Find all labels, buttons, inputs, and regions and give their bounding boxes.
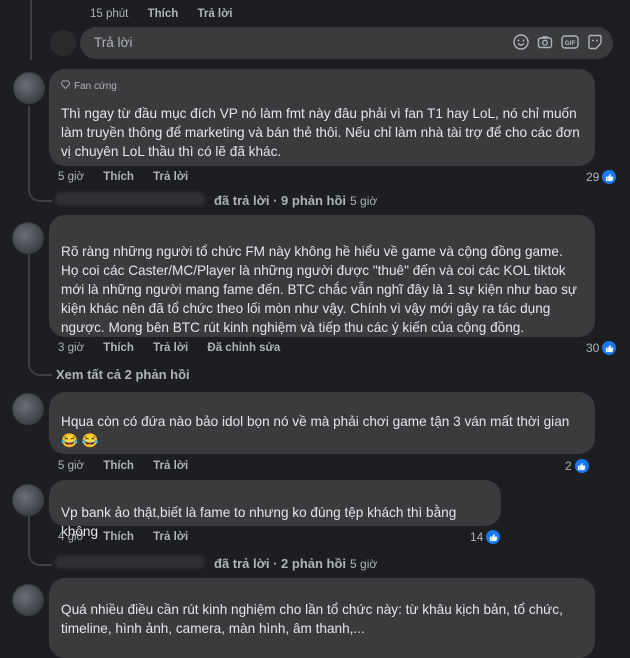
like-button[interactable]: Thích: [103, 171, 134, 183]
comment-actions: 3 giờ Thích Trả lời Đã chỉnh sửa: [58, 342, 296, 354]
comment-bubble-4: Vp bank ảo thật,biết là fame to nhưng ko…: [49, 480, 501, 539]
comment-actions: 4 giờ Thích Trả lời: [58, 531, 204, 543]
camera-icon[interactable]: [537, 34, 553, 50]
replies-time: 5 giờ: [350, 557, 378, 571]
reaction-count[interactable]: 14: [470, 530, 501, 544]
blurred-replier: [55, 192, 205, 206]
reply-button[interactable]: Trả lời: [153, 171, 188, 183]
like-button[interactable]: Thích: [103, 460, 134, 472]
svg-text:GIF: GIF: [565, 40, 576, 47]
reply-button[interactable]: Trả lời: [153, 460, 188, 472]
replies-summary[interactable]: đã trả lời · 2 phản hồi 5 giờ: [214, 556, 377, 571]
comment-text: Thì ngay từ đầu mục đích VP nó làm fmt n…: [61, 106, 580, 159]
avatar[interactable]: [12, 584, 44, 616]
like-button[interactable]: Thích: [103, 531, 134, 543]
comment-time[interactable]: 3 giờ: [58, 342, 84, 354]
like-icon: [602, 170, 617, 184]
top-meta-row: 15 phút Thích Trả lời: [90, 8, 248, 20]
sticker-icon[interactable]: [587, 34, 603, 50]
comment-actions: 5 giờ Thích Trả lời: [58, 171, 204, 183]
comment-actions: 5 giờ Thích Trả lời: [58, 460, 204, 472]
gif-icon[interactable]: GIF: [561, 34, 579, 50]
avatar[interactable]: [12, 484, 44, 516]
comment-time[interactable]: 5 giờ: [58, 171, 84, 183]
thread-line: [28, 254, 30, 362]
reply-input-placeholder: Trả lời: [94, 35, 133, 50]
thread-line: [28, 106, 30, 192]
reaction-count[interactable]: 30: [586, 341, 617, 355]
avatar[interactable]: [12, 222, 44, 254]
reaction-number: 2: [565, 459, 572, 473]
reply-input-box[interactable]: Trả lời GIF: [80, 27, 613, 59]
thread-connector: [28, 356, 52, 376]
reply-avatar: [50, 30, 76, 56]
replies-summary-text: đã trả lời · 9 phản hồi: [214, 193, 347, 208]
comment-time[interactable]: 4 giờ: [58, 531, 84, 543]
see-all-replies-text: Xem tất cả 2 phản hồi: [56, 367, 190, 382]
replies-summary-text: đã trả lời · 2 phản hồi: [214, 556, 347, 571]
thread-connector: [28, 546, 52, 566]
thread-line: [30, 0, 32, 60]
top-like-button[interactable]: Thích: [148, 8, 179, 20]
emoji-icon[interactable]: [513, 34, 529, 50]
fan-badge-label: Fan cứng: [74, 81, 117, 92]
comment-text: Quá nhiều điều cần rút kinh nghiệm cho l…: [61, 602, 563, 636]
like-icon: [486, 530, 501, 544]
replies-time: 5 giờ: [350, 194, 378, 208]
comment-time[interactable]: 5 giờ: [58, 460, 84, 472]
like-icon: [602, 341, 617, 355]
comment-text: Rõ ràng những người tổ chức FM này không…: [61, 244, 577, 335]
avatar[interactable]: [12, 393, 44, 425]
fan-badge: Fan cứng: [60, 77, 583, 96]
reply-button[interactable]: Trả lời: [153, 342, 188, 354]
like-icon: [574, 459, 589, 473]
diamond-icon: [60, 77, 71, 96]
edited-label: Đã chỉnh sửa: [207, 342, 281, 354]
reaction-number: 30: [586, 341, 600, 355]
reaction-count[interactable]: 2: [565, 459, 589, 473]
comment-bubble-1: Fan cứng Thì ngay từ đầu mục đích VP nó …: [49, 69, 595, 166]
reaction-number: 29: [586, 170, 600, 184]
top-reply-button[interactable]: Trả lời: [197, 8, 232, 20]
thread-connector: [28, 182, 52, 202]
comment-bubble-5: Quá nhiều điều cần rút kinh nghiệm cho l…: [49, 578, 595, 658]
comment-text: Hqua còn có đứa nào bảo idol bọn nó về m…: [61, 414, 570, 448]
like-button[interactable]: Thích: [103, 342, 134, 354]
top-time: 15 phút: [90, 8, 129, 20]
see-all-replies[interactable]: Xem tất cả 2 phản hồi: [56, 367, 190, 382]
comment-bubble-2: Rõ ràng những người tổ chức FM này không…: [49, 215, 595, 337]
reaction-count[interactable]: 29: [586, 170, 617, 184]
blurred-replier: [55, 555, 205, 569]
reply-button[interactable]: Trả lời: [153, 531, 188, 543]
comment-bubble-3: Hqua còn có đứa nào bảo idol bọn nó về m…: [49, 392, 595, 454]
avatar[interactable]: [13, 72, 45, 104]
replies-summary[interactable]: đã trả lời · 9 phản hồi 5 giờ: [214, 193, 377, 208]
reaction-number: 14: [470, 530, 484, 544]
